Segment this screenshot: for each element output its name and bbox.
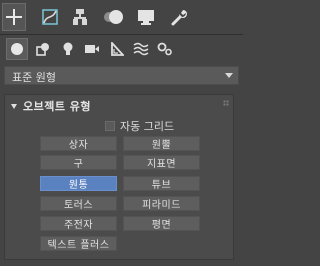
object-type-rollout: 오브젝트 유형 자동 그리드 상자 원뿔 구 지표면 원통 튜브 토러스 피라미… — [4, 94, 234, 260]
primitive-type-dropdown[interactable]: 표준 원형 — [4, 66, 239, 85]
cone-button[interactable]: 원뿔 — [123, 136, 200, 151]
collapse-triangle-icon — [11, 103, 17, 109]
chevron-down-icon — [225, 73, 233, 78]
helpers-category[interactable] — [106, 38, 128, 60]
modify-tab-icon — [42, 9, 58, 25]
motion-tab-icon — [104, 10, 123, 24]
create-tab-icon — [6, 9, 22, 25]
tube-button[interactable]: 튜브 — [123, 176, 200, 191]
shapes-icon — [36, 43, 49, 56]
command-panel-tabs — [0, 0, 243, 35]
hierarchy-tab[interactable] — [68, 3, 92, 31]
lights-icon — [63, 42, 73, 55]
plane-button[interactable]: 평면 — [123, 216, 200, 231]
motion-tab[interactable] — [102, 3, 126, 31]
space-warps-category[interactable] — [130, 38, 152, 60]
cameras-category[interactable] — [81, 38, 103, 60]
autogrid-checkbox[interactable] — [105, 121, 115, 131]
display-tab[interactable] — [134, 3, 158, 31]
utilities-tab[interactable] — [167, 3, 191, 31]
object-category-bar — [0, 35, 243, 63]
shapes-category[interactable] — [32, 38, 54, 60]
cylinder-button[interactable]: 원통 — [40, 176, 117, 191]
grip-handle-icon[interactable] — [223, 100, 229, 106]
create-tab[interactable] — [2, 3, 26, 31]
hierarchy-tab-icon — [73, 9, 87, 25]
rollout-header[interactable]: 오브젝트 유형 — [11, 98, 91, 114]
helpers-icon — [111, 42, 124, 56]
pyramid-button[interactable]: 피라미드 — [123, 196, 200, 211]
dropdown-value: 표준 원형 — [12, 71, 56, 84]
modify-tab[interactable] — [38, 3, 62, 31]
geometry-category[interactable] — [6, 38, 28, 60]
torus-button[interactable]: 토러스 — [40, 196, 117, 211]
textplus-button[interactable]: 텍스트 플러스 — [40, 236, 117, 251]
geosphere-button[interactable]: 지표면 — [123, 155, 200, 170]
utilities-tab-icon — [171, 10, 187, 26]
systems-category[interactable] — [154, 38, 176, 60]
cameras-icon — [85, 45, 99, 53]
teapot-button[interactable]: 주전자 — [40, 216, 117, 231]
autogrid-label: 자동 그리드 — [120, 120, 175, 133]
geometry-icon — [11, 43, 23, 55]
display-tab-icon — [138, 10, 154, 25]
systems-icon — [157, 42, 172, 56]
lights-category[interactable] — [57, 38, 79, 60]
box-button[interactable]: 상자 — [40, 136, 117, 151]
space-warps-icon — [133, 42, 149, 56]
sphere-button[interactable]: 구 — [40, 155, 117, 170]
rollout-title: 오브젝트 유형 — [23, 100, 92, 113]
autogrid-option[interactable]: 자동 그리드 — [105, 118, 174, 134]
